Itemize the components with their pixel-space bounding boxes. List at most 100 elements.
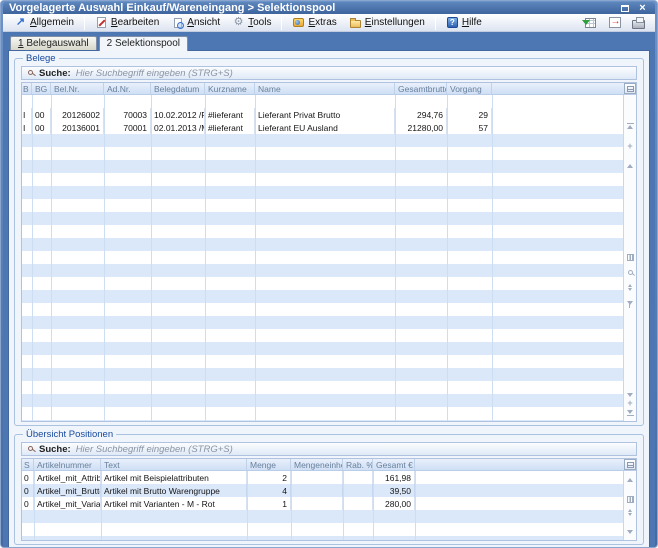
table-row[interactable]: I 00 20126002 70003 10.02.2012 /Fr #lief… (22, 108, 623, 121)
belege-table: B BG Bel.Nr. Ad.Nr. Belegdatum Kurzname … (21, 82, 637, 422)
restore-icon (621, 5, 629, 12)
export-button[interactable] (606, 15, 623, 30)
search-icon (28, 70, 33, 75)
menu-separator (435, 15, 436, 30)
main-panel: Belege Suche: Hier Suchbegriff eingeben … (8, 50, 650, 548)
scroll-up-icon[interactable] (626, 475, 635, 484)
empty-row (22, 277, 623, 290)
columns-view-icon[interactable] (626, 495, 635, 504)
empty-row (22, 510, 623, 523)
search-placeholder: Hier Suchbegriff eingeben (STRG+S) (76, 444, 233, 455)
view-icon (171, 16, 184, 29)
edit-icon (95, 16, 108, 29)
col-header-artikelnummer[interactable]: Artikelnummer (34, 459, 101, 470)
scroll-to-bottom-icon[interactable] (626, 408, 635, 417)
empty-row (22, 316, 623, 329)
col-header-b[interactable]: B (22, 83, 32, 94)
menu-item-tools[interactable]: ⚙ Tools (227, 14, 276, 31)
empty-row (22, 368, 623, 381)
col-header-menge[interactable]: Menge (247, 459, 291, 470)
empty-row (22, 394, 623, 407)
print-button[interactable] (630, 15, 647, 30)
columns-view-icon[interactable] (626, 253, 635, 262)
positionen-groupbox: Übersicht Positionen Suche: Hier Suchbeg… (14, 429, 644, 545)
table-row[interactable]: 0 Artikel_mit_Attributen Artikel mit Bei… (22, 471, 623, 484)
column-chooser-button[interactable] (624, 459, 636, 470)
col-header-s[interactable]: S (22, 459, 34, 470)
search-placeholder: Hier Suchbegriff eingeben (STRG+S) (76, 68, 233, 79)
column-chooser-button[interactable] (624, 83, 636, 94)
empty-row (22, 264, 623, 277)
empty-row (22, 290, 623, 303)
col-header-kurzname[interactable]: Kurzname (205, 83, 255, 94)
scroll-down-icon[interactable] (626, 527, 635, 536)
empty-row (22, 173, 623, 186)
tab-selektionspool[interactable]: 2 Selektionspool (99, 36, 188, 51)
scroll-up-icon[interactable] (626, 161, 635, 170)
positionen-table-header: S Artikelnummer Text Menge Mengeneinheit… (22, 459, 636, 471)
table-side-toolbar (623, 471, 636, 540)
table-import-button[interactable] (582, 15, 599, 30)
table-row[interactable]: I 00 20136001 70001 02.01.2013 /Mi #lief… (22, 121, 623, 134)
belege-table-header: B BG Bel.Nr. Ad.Nr. Belegdatum Kurzname … (22, 83, 636, 95)
menu-item-hilfe[interactable]: ? Hilfe (441, 14, 487, 31)
col-header-gesamt[interactable]: Gesamt € (373, 459, 415, 470)
empty-row (22, 212, 623, 225)
table-row[interactable]: 0 Artikel_mit_Brutto_WG Artikel mit Brut… (22, 484, 623, 497)
sort-icon[interactable] (626, 283, 635, 292)
search-label: Suche: (39, 444, 71, 455)
restore-button[interactable] (618, 2, 631, 14)
close-button[interactable]: × (636, 2, 649, 14)
belege-groupbox: Belege Suche: Hier Suchbegriff eingeben … (14, 53, 644, 426)
empty-row (22, 329, 623, 342)
belege-legend: Belege (23, 53, 59, 64)
menu-bar: ↗ Allgemein Bearbeiten Ansicht ⚙ Tools E… (3, 14, 655, 32)
app-window: Vorgelagerte Auswahl Einkauf/Wareneingan… (0, 0, 658, 548)
scroll-to-top-icon[interactable] (626, 121, 635, 130)
tab-belegauswahl[interactable]: 1 Belegauswahl (10, 36, 97, 50)
menu-item-bearbeiten[interactable]: Bearbeiten (90, 14, 164, 31)
menu-item-ansicht[interactable]: Ansicht (166, 14, 225, 31)
empty-row (22, 381, 623, 394)
col-header-name[interactable]: Name (255, 83, 395, 94)
table-import-icon (585, 18, 596, 28)
col-header-belegdatum[interactable]: Belegdatum (151, 83, 205, 94)
col-header-gesamtbrutto[interactable]: Gesamtbrutto (395, 83, 447, 94)
col-header-bg[interactable]: BG (32, 83, 51, 94)
empty-row (22, 523, 623, 536)
col-header-belnr[interactable]: Bel.Nr. (51, 83, 104, 94)
search-zoom-icon[interactable] (626, 268, 635, 277)
filter-icon[interactable] (626, 298, 635, 307)
title-bar: Vorgelagerte Auswahl Einkauf/Wareneingan… (3, 2, 655, 14)
help-icon: ? (446, 16, 459, 29)
belege-search-input[interactable]: Suche: Hier Suchbegriff eingeben (STRG+S… (21, 66, 637, 80)
menu-item-allgemein[interactable]: ↗ Allgemein (9, 14, 79, 31)
search-icon (28, 446, 33, 451)
window-controls: × (618, 2, 649, 14)
col-header-mengeneinheit[interactable]: Mengeneinheit (291, 459, 343, 470)
positionen-legend: Übersicht Positionen (23, 429, 116, 440)
add-row-icon[interactable]: + (626, 142, 635, 151)
col-header-adnr[interactable]: Ad.Nr. (104, 83, 151, 94)
add-row-icon[interactable]: + (626, 399, 635, 408)
empty-row (22, 251, 623, 264)
col-header-rab[interactable]: Rab. % (343, 459, 373, 470)
menu-item-extras[interactable]: Extras (287, 14, 341, 31)
menu-item-einstellungen[interactable]: Einstellungen (344, 14, 430, 31)
workspace: 1 Belegauswahl 2 Selektionspool Belege S… (3, 32, 655, 548)
settings-icon (349, 16, 362, 29)
empty-row (22, 147, 623, 160)
table-row[interactable]: 0 Artikel_mit_Varianten. Artikel mit Var… (22, 497, 623, 510)
col-header-text[interactable]: Text (101, 459, 247, 470)
empty-row (22, 303, 623, 316)
positionen-table: S Artikelnummer Text Menge Mengeneinheit… (21, 458, 637, 541)
col-header-vorgang[interactable]: Vorgang (447, 83, 492, 94)
empty-row (22, 420, 623, 421)
sort-icon[interactable] (626, 508, 635, 517)
positionen-search-input[interactable]: Suche: Hier Suchbegriff eingeben (STRG+S… (21, 442, 637, 456)
empty-row (22, 225, 623, 238)
gear-icon: ⚙ (232, 16, 245, 29)
table-row[interactable]: I 00 20126001 70002 10.02.2012 /Fr #lief… (22, 95, 623, 108)
empty-row (22, 160, 623, 173)
empty-row (22, 536, 623, 540)
